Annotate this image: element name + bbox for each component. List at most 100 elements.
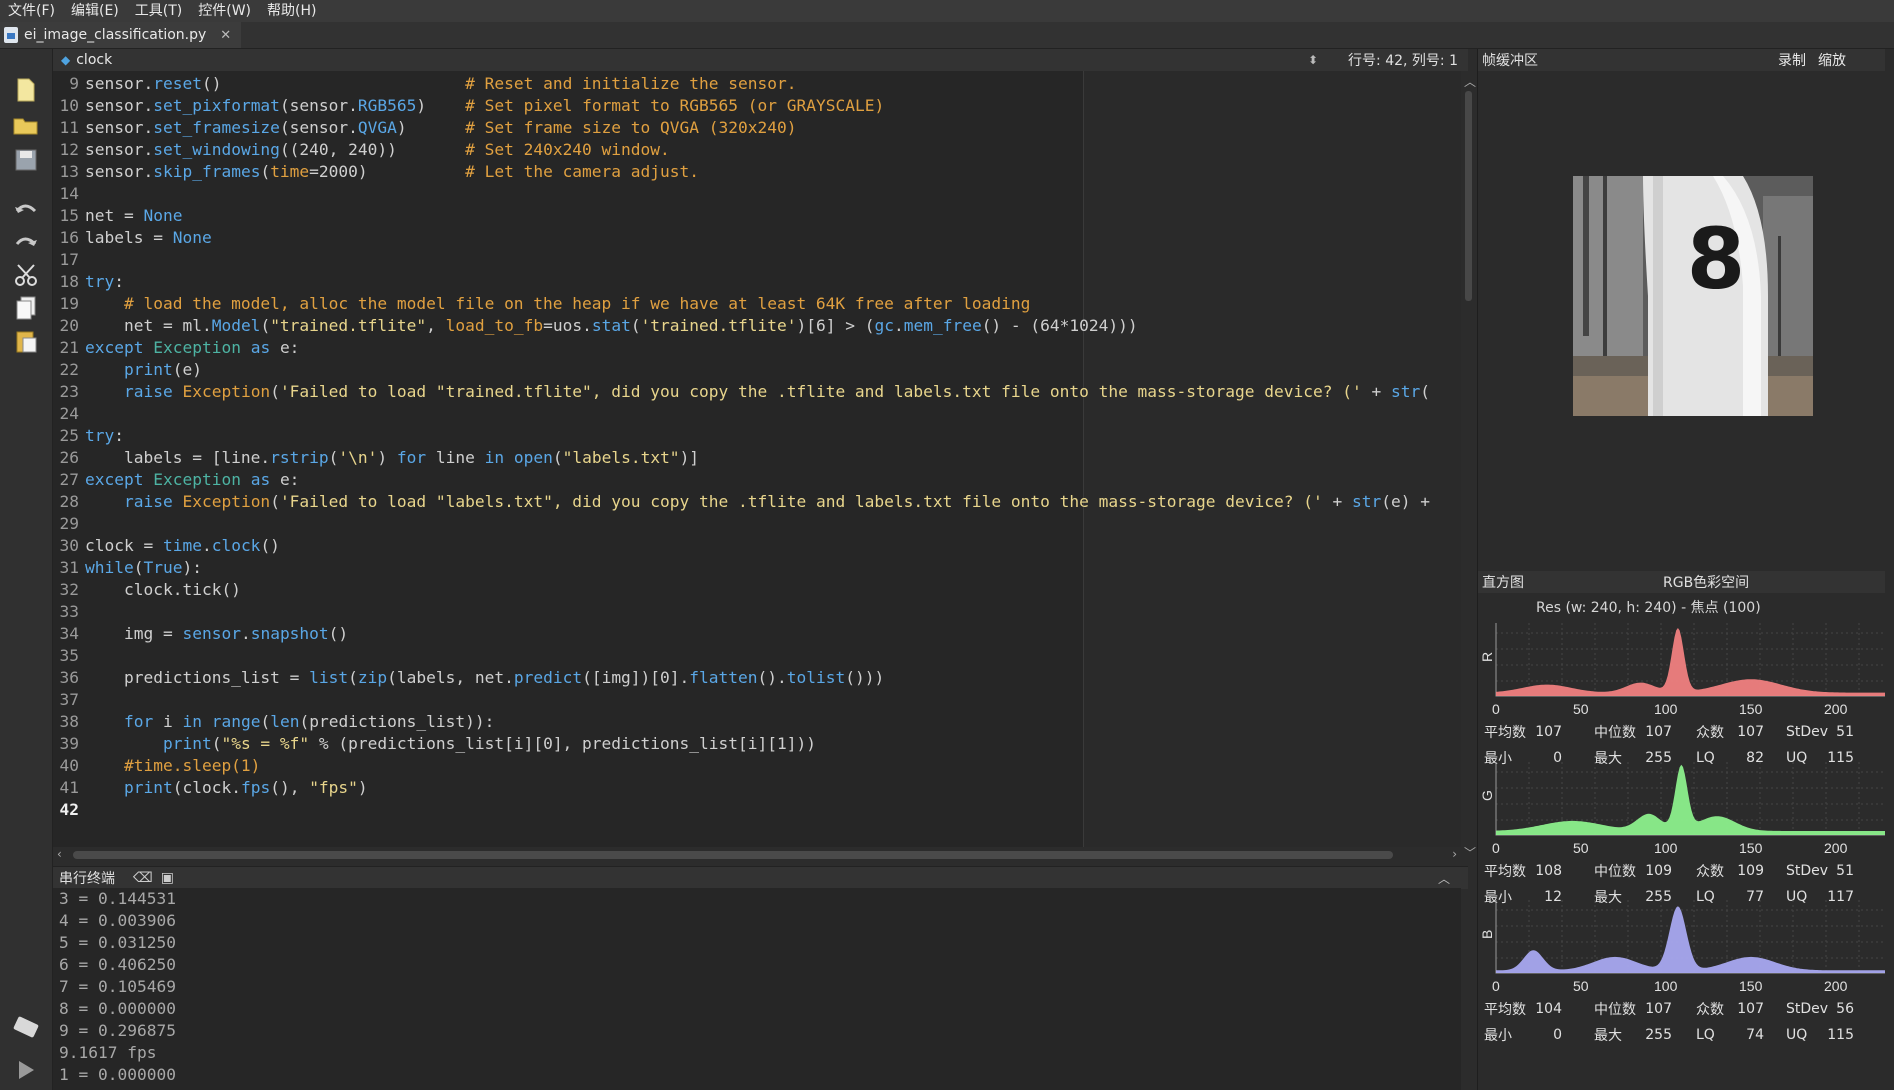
stat-label-uq: UQ	[1786, 1027, 1808, 1043]
tick-label: 50	[1573, 840, 1589, 856]
code-line[interactable]: 19 # load the model, alloc the model fil…	[53, 293, 1430, 315]
code-line[interactable]: 13 sensor.skip_frames(time=2000) # Let th…	[53, 161, 1430, 183]
code-line[interactable]: 20 net = ml.Model("trained.tflite", load…	[53, 315, 1430, 337]
code-line[interactable]: 41 print(clock.fps(), "fps")	[53, 777, 1430, 799]
editor-vertical-scrollbar[interactable]: ︿ ﹀	[1461, 71, 1476, 863]
code-line[interactable]: 22 print(e)	[53, 359, 1430, 381]
code-line[interactable]: 33	[53, 601, 1430, 623]
code-token: raise	[123, 382, 183, 401]
code-line[interactable]: 24	[53, 403, 1430, 425]
code-editor[interactable]: 9 sensor.reset() # Reset and initialize t…	[53, 71, 1461, 847]
scroll-right-icon[interactable]: ›	[1452, 847, 1457, 861]
copy-icon[interactable]	[8, 292, 44, 324]
editor-horizontal-scrollbar[interactable]: ‹ ›	[53, 847, 1461, 863]
terminal-output[interactable]: 3 = 0.144531 4 = 0.003906 5 = 0.031250 6 = …	[53, 888, 1461, 1090]
terminal-line: 7 = 0.105469	[59, 977, 176, 996]
redo-icon[interactable]	[8, 227, 44, 259]
code-line[interactable]: 29	[53, 513, 1430, 535]
undo-icon[interactable]	[8, 194, 44, 226]
close-tab-icon[interactable]: ✕	[220, 28, 231, 43]
code-token: clock.tick()	[85, 580, 241, 599]
code-line[interactable]: 32 clock.tick()	[53, 579, 1430, 601]
code-token: ().	[757, 668, 787, 687]
line-number: 17	[59, 250, 80, 269]
new-file-icon[interactable]	[8, 74, 44, 106]
menu-widgets[interactable]: 控件(W)	[190, 0, 259, 22]
code-lines[interactable]: 9 sensor.reset() # Reset and initialize t…	[53, 73, 1430, 821]
record-button[interactable]: 录制	[1778, 50, 1806, 70]
code-line[interactable]: 18 try:	[53, 271, 1430, 293]
code-line[interactable]: 31 while(True):	[53, 557, 1430, 579]
code-line[interactable]: 40 #time.sleep(1)	[53, 755, 1430, 777]
paste-icon[interactable]	[8, 325, 44, 357]
right-edge-toolbar	[1885, 49, 1894, 1090]
code-token: print	[123, 778, 173, 797]
stat-value-mode: 109	[1737, 863, 1764, 879]
code-token: raise	[123, 492, 183, 511]
code-line[interactable]: 36 predictions_list = list(zip(labels, n…	[53, 667, 1430, 689]
terminal-line: 8 = 0.000000	[59, 999, 176, 1018]
code-token: print	[123, 360, 173, 379]
menu-edit[interactable]: 编辑(E)	[63, 0, 127, 22]
line-number: 42	[59, 800, 80, 819]
menu-help[interactable]: 帮助(H)	[259, 0, 324, 22]
code-line[interactable]: 26 labels = [line.rstrip('\n') for line …	[53, 447, 1430, 469]
stat-label-mode: 众数	[1696, 725, 1724, 741]
terminal-save-icon[interactable]: ▣	[161, 870, 174, 886]
code-line[interactable]: 35	[53, 645, 1430, 667]
run-icon[interactable]	[8, 1054, 44, 1086]
code-token: try	[85, 272, 115, 291]
code-line[interactable]: 30 clock = time.clock()	[53, 535, 1430, 557]
code-line[interactable]: 16 labels = None	[53, 227, 1430, 249]
save-icon[interactable]	[8, 144, 44, 176]
code-line[interactable]: 21 except Exception as e:	[53, 337, 1430, 359]
code-line[interactable]: 12 sensor.set_windowing((240, 240)) # Set…	[53, 139, 1430, 161]
code-line[interactable]: 9 sensor.reset() # Reset and initialize t…	[53, 73, 1430, 95]
code-line[interactable]: 11 sensor.set_framesize(sensor.QVGA) # Se…	[53, 117, 1430, 139]
scrollbar-thumb[interactable]	[73, 851, 1393, 859]
code-line[interactable]: 39 print("%s = %f" % (predictions_list[i…	[53, 733, 1430, 755]
code-line[interactable]: 34 img = sensor.snapshot()	[53, 623, 1430, 645]
colorspace-selector[interactable]: RGB色彩空间	[1663, 572, 1749, 592]
code-line[interactable]: 15 net = None	[53, 205, 1430, 227]
code-token: for	[396, 448, 427, 467]
editor-header: ◆ clock ⬍ 行号: 42, 列号: 1	[53, 49, 1468, 72]
usb-connect-icon[interactable]	[8, 1011, 44, 1043]
menu-tools[interactable]: 工具(T)	[127, 0, 190, 22]
line-number: 36	[59, 668, 80, 687]
stat-value-lq: 74	[1746, 1027, 1764, 1043]
code-token: (	[270, 382, 280, 401]
code-token: ([img])[0].	[582, 668, 690, 687]
collapse-icon[interactable]: ︿	[1438, 870, 1450, 887]
tick-label: 200	[1824, 701, 1848, 717]
code-token: ()))	[845, 668, 885, 687]
tab-file[interactable]: ei_image_classification.py ✕	[0, 22, 242, 48]
scroll-up-icon[interactable]: ︿	[1464, 73, 1476, 90]
function-selector[interactable]: clock	[76, 52, 112, 68]
code-line[interactable]: 37	[53, 689, 1430, 711]
code-token: sensor.	[85, 74, 154, 93]
sort-arrow-icon[interactable]: ⬍	[1308, 53, 1318, 67]
code-line[interactable]: 25 try:	[53, 425, 1430, 447]
cut-icon[interactable]	[8, 259, 44, 291]
code-line[interactable]: 14	[53, 183, 1430, 205]
open-folder-icon[interactable]	[8, 109, 44, 141]
scroll-left-icon[interactable]: ‹	[57, 847, 62, 861]
code-line[interactable]: 10 sensor.set_pixformat(sensor.RGB565) # …	[53, 95, 1430, 117]
code-token: img =	[85, 624, 183, 643]
terminal-line: 3 = 0.144531	[59, 889, 176, 908]
terminal-clear-icon[interactable]: ⌫	[133, 870, 153, 886]
code-line[interactable]: 38 for i in range(len(predictions_list))…	[53, 711, 1430, 733]
code-line[interactable]: 28 raise Exception('Failed to load "labe…	[53, 491, 1430, 513]
scroll-down-icon[interactable]: ﹀	[1464, 844, 1476, 861]
code-line[interactable]: 17	[53, 249, 1430, 271]
code-token: sensor	[182, 624, 241, 643]
code-line[interactable]: 23 raise Exception('Failed to load "trai…	[53, 381, 1430, 403]
menu-file[interactable]: 文件(F)	[0, 0, 63, 22]
code-line[interactable]: 42	[53, 799, 1430, 821]
code-line[interactable]: 27 except Exception as e:	[53, 469, 1430, 491]
zoom-button[interactable]: 缩放	[1818, 50, 1846, 70]
code-token: #time.sleep(1)	[123, 756, 261, 775]
scrollbar-thumb[interactable]	[1465, 91, 1472, 301]
